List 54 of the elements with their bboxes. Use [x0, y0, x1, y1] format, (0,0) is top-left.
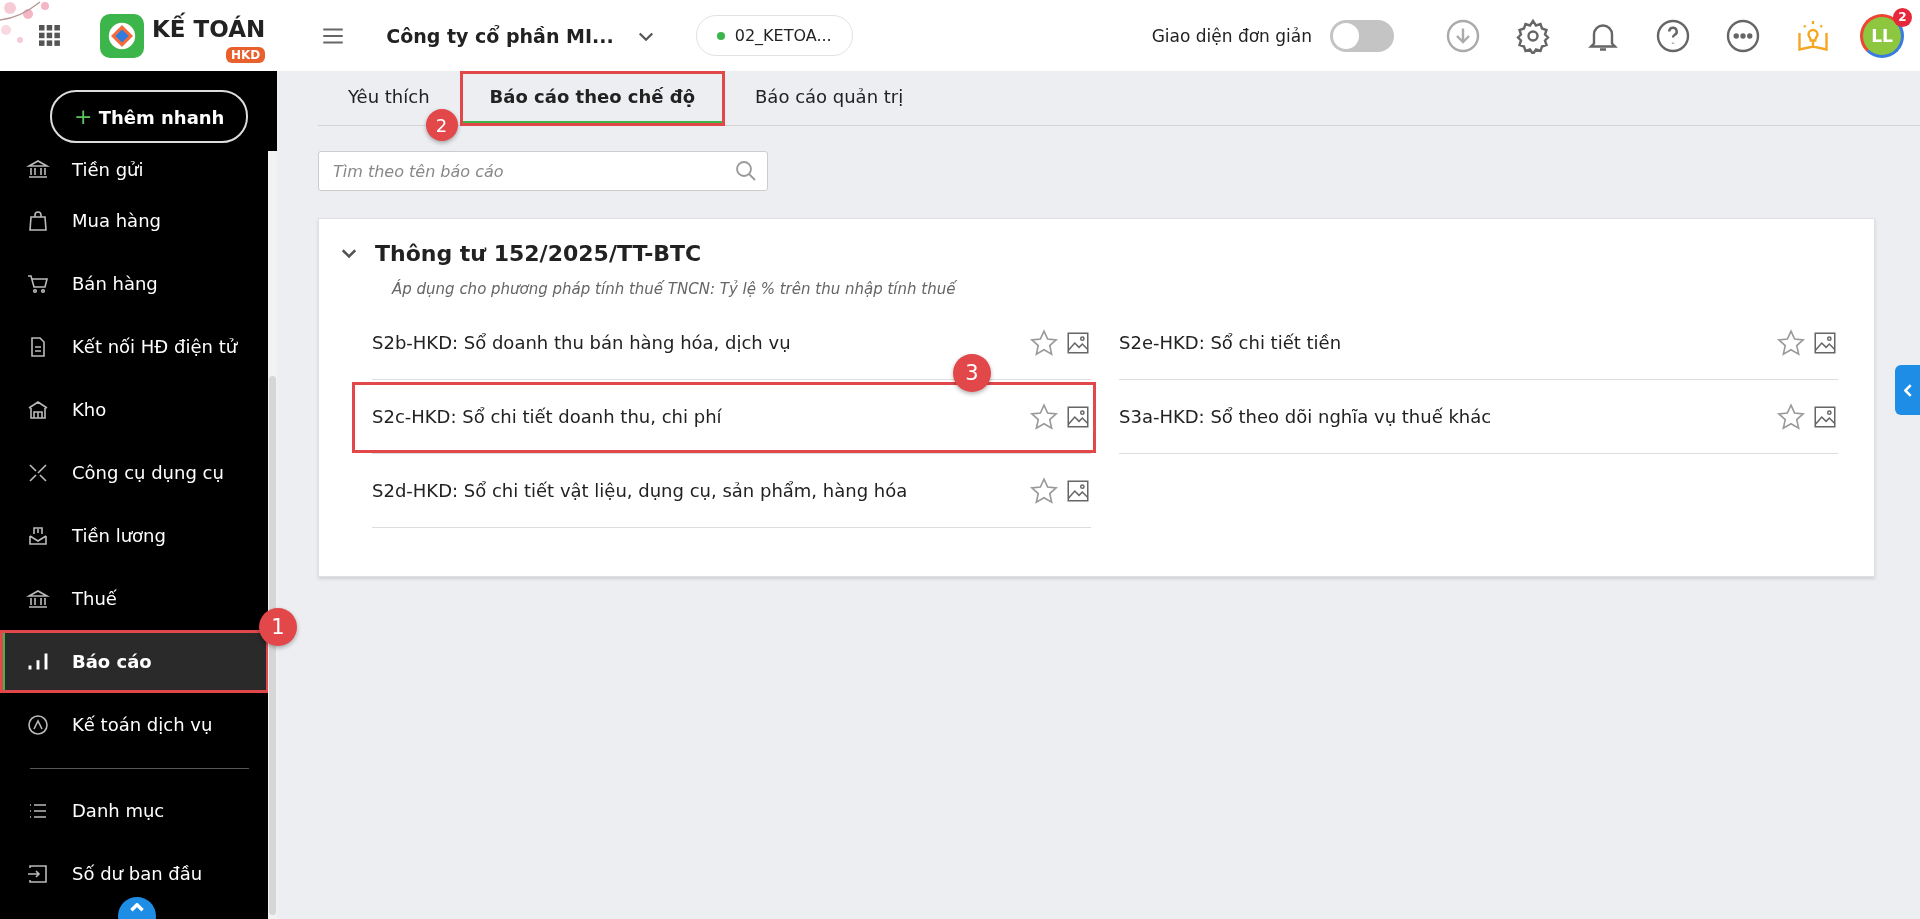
tab[interactable]: Báo cáo quản trị: [725, 71, 934, 125]
star-icon[interactable]: [1029, 401, 1059, 432]
company-selector[interactable]: Công ty cổ phần MI...: [386, 24, 656, 47]
shopping-bag-icon: [26, 208, 50, 233]
image-preview-icon[interactable]: [1065, 477, 1091, 504]
report-link[interactable]: S3a-HKD: Sổ theo dõi nghĩa vụ thuế khác: [1119, 406, 1770, 427]
database-selector[interactable]: 02_KETOA...: [695, 15, 853, 56]
apps-grid-icon[interactable]: [39, 24, 61, 47]
step-badge: 3: [953, 354, 991, 392]
bank-icon: [26, 157, 50, 181]
sidebar-item[interactable]: Công cụ dụng cụ: [0, 441, 269, 504]
sidebar-item[interactable]: Tiền gửi: [0, 149, 269, 189]
star-icon[interactable]: [1776, 327, 1806, 358]
step-badge: 2: [425, 109, 458, 141]
quick-add-button[interactable]: + Thêm nhanh: [50, 89, 249, 143]
image-preview-icon[interactable]: [1812, 403, 1838, 430]
collapse-panel-button[interactable]: [1895, 365, 1920, 415]
logo-text: KẾ TOÁN: [152, 14, 266, 46]
more-icon[interactable]: [1725, 17, 1761, 54]
simple-mode-label: Giao diện đơn giản: [1151, 25, 1312, 46]
star-icon[interactable]: [1776, 401, 1806, 432]
star-icon[interactable]: [1029, 475, 1059, 506]
report-link[interactable]: S2d-HKD: Sổ chi tiết vật liệu, dụng cụ, sản phẩm, hàng hóa: [372, 480, 1023, 501]
search-icon[interactable]: [734, 159, 758, 183]
blossom-drawing: [0, 0, 50, 46]
report-link[interactable]: S2b-HKD: Sổ doanh thu bán hàng hóa, dịch vụ: [372, 332, 1023, 353]
help-icon[interactable]: [1655, 17, 1691, 54]
bar-chart-icon: [28, 652, 48, 671]
toggle-switch[interactable]: [1330, 19, 1394, 52]
sidebar-item[interactable]: Số dư ban đầu: [0, 842, 269, 905]
logo-badge: HKD: [225, 46, 266, 63]
logo-icon: [100, 13, 144, 58]
chevron-left-icon: [1903, 383, 1912, 397]
report-link[interactable]: S2c-HKD: Sổ chi tiết doanh thu, chi phí: [372, 406, 1023, 427]
service-icon: [26, 712, 50, 737]
image-preview-icon[interactable]: [1812, 329, 1838, 356]
sidebar-item[interactable]: Tiền lương: [0, 504, 269, 567]
search-field[interactable]: Tìm theo tên báo cáo: [318, 151, 768, 191]
notification-badge: 2: [1893, 7, 1912, 27]
image-preview-icon[interactable]: [1065, 329, 1091, 356]
section-note: Áp dụng cho phương pháp tính thuế TNCN: Tỷ lệ % trên thu nhập tính thuế: [392, 280, 958, 298]
sidebar-item[interactable]: Bán hàng: [0, 252, 269, 315]
report-link[interactable]: S2e-HKD: Sổ chi tiết tiền: [1119, 332, 1770, 353]
sidebar-item[interactable]: Kho: [0, 378, 269, 441]
chevron-up-icon: [130, 903, 144, 912]
sidebar-item[interactable]: Kết nối HĐ điện tử: [0, 315, 269, 378]
sidebar-item[interactable]: Kế toán dịch vụ: [0, 693, 269, 756]
star-icon[interactable]: [1029, 327, 1059, 358]
section-title: Thông tư 152/2025/TT-BTC: [375, 241, 702, 266]
tab[interactable]: Báo cáo theo chế độ: [459, 71, 725, 125]
sidebar-item[interactable]: Danh mục: [0, 779, 269, 842]
settings-icon[interactable]: [1515, 17, 1551, 54]
sidebar-item[interactable]: Mua hàng: [0, 189, 269, 252]
image-preview-icon[interactable]: [1065, 403, 1091, 430]
